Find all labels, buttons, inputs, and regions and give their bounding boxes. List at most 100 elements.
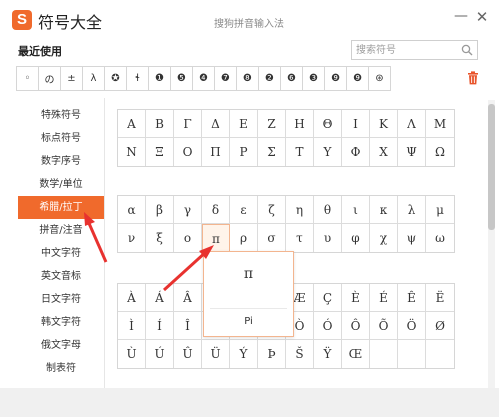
symbol-cell[interactable]: Í [146,312,174,340]
recent-symbol-cell[interactable]: ❾ [324,66,347,91]
symbol-cell[interactable]: θ [314,196,342,224]
sidebar-item-5[interactable]: 拼音/注音 [18,219,104,242]
search-icon[interactable] [461,44,473,56]
symbol-cell[interactable]: κ [370,196,398,224]
symbol-cell[interactable]: Ó [314,312,342,340]
symbol-cell[interactable]: Œ [342,340,370,368]
symbol-cell[interactable]: Ü [202,340,230,368]
symbol-cell[interactable]: δ [202,196,230,224]
symbol-cell[interactable]: Ÿ [314,340,342,368]
symbol-cell[interactable]: È [342,284,370,312]
symbol-cell[interactable]: Ô [342,312,370,340]
symbol-cell[interactable] [398,340,426,368]
symbol-cell[interactable]: Ζ [258,110,286,138]
symbol-cell[interactable]: ω [426,224,454,252]
symbol-cell[interactable]: ν [118,224,146,252]
symbol-cell[interactable]: Ë [426,284,454,312]
symbol-cell[interactable]: ψ [398,224,426,252]
symbol-cell[interactable]: φ [342,224,370,252]
recent-symbol-cell[interactable]: λ [82,66,105,91]
symbol-cell[interactable]: η [286,196,314,224]
symbol-cell[interactable]: Þ [258,340,286,368]
symbol-cell[interactable]: Ψ [398,138,426,166]
symbol-cell[interactable]: Û [174,340,202,368]
recent-symbol-cell[interactable]: の [38,66,61,91]
recent-symbol-cell[interactable]: ❻ [280,66,303,91]
symbol-cell[interactable] [426,340,454,368]
symbol-cell[interactable]: Ç [314,284,342,312]
symbol-cell[interactable]: Ì [118,312,146,340]
symbol-cell[interactable]: Ω [426,138,454,166]
symbol-cell[interactable]: μ [426,196,454,224]
symbol-cell[interactable]: Γ [174,110,202,138]
recent-symbol-cell[interactable]: ❹ [192,66,215,91]
symbol-cell[interactable]: τ [286,224,314,252]
trash-icon[interactable] [467,71,479,85]
symbol-cell[interactable]: λ [398,196,426,224]
symbol-cell[interactable]: β [146,196,174,224]
symbol-cell[interactable]: Β [146,110,174,138]
sidebar-item-1[interactable]: 标点符号 [18,127,104,150]
symbol-cell[interactable]: Σ [258,138,286,166]
sidebar-item-2[interactable]: 数字序号 [18,150,104,173]
symbol-cell[interactable]: Ο [174,138,202,166]
symbol-cell[interactable]: Ø [426,312,454,340]
recent-symbol-cell[interactable]: ɬ [126,66,149,91]
symbol-cell[interactable]: Ö [398,312,426,340]
symbol-cell[interactable]: Ý [230,340,258,368]
minimize-button[interactable]: — [454,9,468,24]
recent-symbol-cell[interactable]: ◦ [16,66,39,91]
symbol-cell[interactable]: Κ [370,110,398,138]
scrollbar-thumb[interactable] [488,104,495,230]
recent-symbol-cell[interactable]: ❸ [302,66,325,91]
sidebar-item-8[interactable]: 日文字符 [18,288,104,311]
recent-symbol-cell[interactable]: ❼ [214,66,237,91]
recent-symbol-cell[interactable]: ❺ [170,66,193,91]
search-box[interactable] [351,40,478,60]
symbol-cell[interactable]: Τ [286,138,314,166]
symbol-cell[interactable]: ε [230,196,258,224]
sidebar-item-4[interactable]: 希腊/拉丁 [18,196,104,219]
close-button[interactable]: ✕ [475,10,489,25]
sidebar-item-0[interactable]: 特殊符号 [18,104,104,127]
symbol-cell[interactable]: Á [146,284,174,312]
symbol-cell[interactable]: ζ [258,196,286,224]
symbol-cell[interactable]: υ [314,224,342,252]
symbol-cell[interactable]: Α [118,110,146,138]
symbol-cell[interactable]: σ [258,224,286,252]
symbol-cell[interactable]: Ε [230,110,258,138]
recent-symbol-cell[interactable]: ❾ [346,66,369,91]
symbol-cell[interactable]: Â [174,284,202,312]
symbol-cell[interactable]: ρ [230,224,258,252]
symbol-cell[interactable]: Š [286,340,314,368]
symbol-cell[interactable]: Ι [342,110,370,138]
sidebar-item-11[interactable]: 制表符 [18,357,104,380]
symbol-cell[interactable]: À [118,284,146,312]
recent-symbol-cell[interactable]: ❶ [148,66,171,91]
symbol-cell[interactable]: Ú [146,340,174,368]
symbol-cell[interactable]: É [370,284,398,312]
symbol-cell[interactable]: Π [202,138,230,166]
symbol-cell[interactable]: Ρ [230,138,258,166]
symbol-cell[interactable]: ξ [146,224,174,252]
symbol-cell[interactable]: Μ [426,110,454,138]
symbol-cell[interactable]: Ν [118,138,146,166]
symbol-cell[interactable]: α [118,196,146,224]
symbol-cell[interactable]: Φ [342,138,370,166]
recent-symbol-cell[interactable]: ⊛ [368,66,391,91]
symbol-cell[interactable] [370,340,398,368]
search-input[interactable] [356,42,456,58]
symbol-cell[interactable]: Θ [314,110,342,138]
sidebar-item-6[interactable]: 中文字符 [18,242,104,265]
symbol-cell[interactable]: π [202,224,230,252]
symbol-cell[interactable]: Ù [118,340,146,368]
sidebar-item-3[interactable]: 数学/单位 [18,173,104,196]
sidebar-item-10[interactable]: 俄文字母 [18,334,104,357]
symbol-cell[interactable]: Υ [314,138,342,166]
symbol-cell[interactable]: Ê [398,284,426,312]
symbol-cell[interactable]: Χ [370,138,398,166]
sidebar-item-7[interactable]: 英文音标 [18,265,104,288]
recent-symbol-cell[interactable]: ± [60,66,83,91]
symbol-cell[interactable]: χ [370,224,398,252]
symbol-cell[interactable]: γ [174,196,202,224]
